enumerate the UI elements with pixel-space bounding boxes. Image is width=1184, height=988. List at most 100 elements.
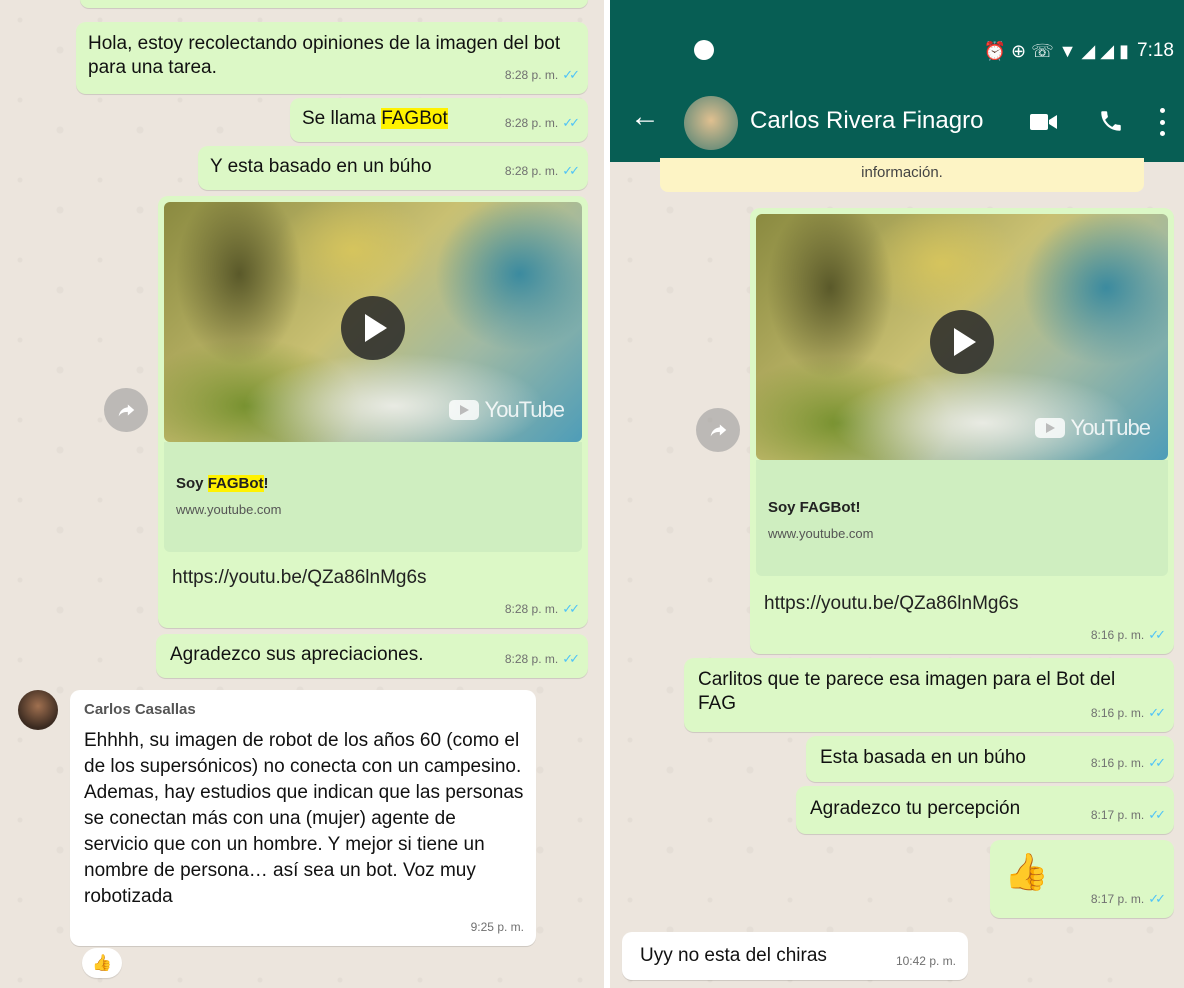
reaction-badge[interactable]: 👍 xyxy=(82,948,122,978)
sender-name: Carlos Casallas xyxy=(84,701,196,718)
received-message-bubble[interactable]: Carlos Casallas Ehhhh, su imagen de robo… xyxy=(70,690,536,946)
message-text: Uyy no esta del chiras xyxy=(640,945,827,966)
message-time: 8:17 p. m. xyxy=(1090,808,1145,822)
thumbs-up-emoji: 👍 xyxy=(1004,851,1049,892)
message-text: Agradezco tu percepción xyxy=(810,798,1021,819)
message-meta: 9:25 p. m. xyxy=(471,915,524,939)
message-meta: 8:28 p. m. ✓✓ xyxy=(504,597,580,621)
message-bubble[interactable]: Se llama FAGBot 8:28 p. m. ✓✓ xyxy=(290,98,588,142)
link-title-part: ! xyxy=(263,475,269,492)
youtube-watermark: YouTube xyxy=(1034,415,1151,440)
youtube-label: YouTube xyxy=(484,397,565,422)
double-check-icon: ✓✓ xyxy=(562,67,580,82)
message-meta: 8:28 p. m. ✓✓ xyxy=(504,647,580,671)
double-check-icon: ✓✓ xyxy=(562,115,580,130)
message-time: 8:16 p. m. xyxy=(1090,756,1145,770)
emoji-message-bubble[interactable]: 👍 8:17 p. m. ✓✓ xyxy=(990,840,1174,918)
youtube-watermark: YouTube xyxy=(448,397,565,422)
message-text: Ehhhh, su imagen de robot de los años 60… xyxy=(84,730,524,907)
message-text: Agradezco sus apreciaciones. xyxy=(170,644,424,665)
phone-call-icon[interactable] xyxy=(1098,108,1124,134)
message-text: Y esta basado en un búho xyxy=(210,156,432,177)
message-bubble[interactable]: Agradezco tu percepción 8:17 p. m. ✓✓ xyxy=(796,786,1174,834)
forward-icon xyxy=(710,424,727,437)
message-text: Esta basada en un búho xyxy=(820,747,1027,768)
message-meta: 8:16 p. m. ✓✓ xyxy=(1090,751,1166,775)
message-meta: 8:16 p. m. ✓✓ xyxy=(1090,623,1166,647)
forward-button[interactable] xyxy=(696,408,740,452)
status-icons: ⏰ ⊕ ☏ ▼ ◢ ◢ ▮ 7:18 xyxy=(984,40,1174,62)
message-meta: 8:28 p. m. ✓✓ xyxy=(504,159,580,183)
link-preview[interactable]: Soy FAGBot! www.youtube.com xyxy=(756,460,1168,576)
message-text: Carlitos que te parece esa imagen para e… xyxy=(698,669,1116,714)
contact-name[interactable]: Carlos Rivera Finagro xyxy=(750,107,983,135)
youtube-logo-icon xyxy=(1034,418,1065,438)
double-check-icon: ✓✓ xyxy=(562,601,580,616)
received-message-bubble[interactable]: Uyy no esta del chiras 10:42 p. m. xyxy=(622,932,968,980)
message-time: 8:28 p. m. xyxy=(504,652,559,666)
link-domain: www.youtube.com xyxy=(768,526,874,541)
left-chat-panel: Hola, estoy recolectando opiniones de la… xyxy=(0,0,604,988)
double-check-icon: ✓✓ xyxy=(1148,627,1166,642)
double-check-icon: ✓✓ xyxy=(1148,891,1166,906)
message-time: 9:25 p. m. xyxy=(470,920,524,934)
message-bubble[interactable]: Hola, estoy recolectando opiniones de la… xyxy=(76,22,588,94)
message-bubble[interactable]: Carlitos que te parece esa imagen para e… xyxy=(684,658,1174,732)
partial-message-bubble xyxy=(80,0,588,8)
double-check-icon: ✓✓ xyxy=(562,163,580,178)
link-url[interactable]: https://youtu.be/QZa86lnMg6s xyxy=(764,592,1019,616)
message-text-part: Se llama xyxy=(302,108,382,129)
status-clock: 7:18 xyxy=(1137,40,1174,61)
link-preview[interactable]: Soy FAGBot! www.youtube.com xyxy=(164,442,582,552)
chat-header: ← Carlos Rivera Finagro xyxy=(610,80,1184,162)
message-text: Se llama FAGBot xyxy=(302,107,448,131)
youtube-label: YouTube xyxy=(1070,415,1151,440)
message-meta: 8:16 p. m. ✓✓ xyxy=(1090,701,1166,725)
double-check-icon: ✓✓ xyxy=(1148,705,1166,720)
forward-button[interactable] xyxy=(104,388,148,432)
right-chat-panel: ⏰ ⊕ ☏ ▼ ◢ ◢ ▮ 7:18 ← Carlos Rivera Finag… xyxy=(610,0,1184,988)
message-text: Hola, estoy recolectando opiniones de la… xyxy=(88,33,561,78)
status-bar: ⏰ ⊕ ☏ ▼ ◢ ◢ ▮ 7:18 xyxy=(610,0,1184,80)
message-meta: 8:28 p. m. ✓✓ xyxy=(504,111,580,135)
message-meta: 10:42 p. m. xyxy=(896,949,956,973)
link-title: Soy FAGBot! xyxy=(768,499,861,516)
message-time: 8:28 p. m. xyxy=(504,164,559,178)
message-bubble[interactable]: Agradezco sus apreciaciones. 8:28 p. m. ✓… xyxy=(156,634,588,678)
link-title: Soy FAGBot! xyxy=(176,472,269,496)
message-time: 8:28 p. m. xyxy=(504,602,559,616)
message-time: 10:42 p. m. xyxy=(895,954,956,968)
message-bubble[interactable]: Y esta basado en un búho 8:28 p. m. ✓✓ xyxy=(198,146,588,190)
system-icons: ⏰ ⊕ ☏ ▼ ◢ ◢ ▮ xyxy=(983,40,1130,61)
link-message-bubble[interactable]: YouTube Soy FAGBot! www.youtube.com http… xyxy=(750,208,1174,654)
link-url[interactable]: https://youtu.be/QZa86lnMg6s xyxy=(172,566,427,590)
play-button[interactable] xyxy=(341,296,405,360)
notification-dot-icon xyxy=(694,40,714,60)
message-time: 8:28 p. m. xyxy=(504,116,559,130)
message-time: 8:16 p. m. xyxy=(1090,628,1145,642)
message-time: 8:17 p. m. xyxy=(1090,892,1145,906)
contact-avatar[interactable] xyxy=(684,96,738,150)
video-call-icon[interactable] xyxy=(1030,112,1058,132)
video-thumbnail[interactable]: YouTube xyxy=(756,214,1168,460)
video-thumbnail[interactable]: YouTube xyxy=(164,202,582,442)
message-time: 8:28 p. m. xyxy=(504,68,559,82)
message-meta: 8:17 p. m. ✓✓ xyxy=(1090,803,1166,827)
message-time: 8:16 p. m. xyxy=(1090,706,1145,720)
more-options-icon[interactable] xyxy=(1158,108,1166,136)
forward-icon xyxy=(118,404,135,417)
link-title-part: Soy xyxy=(176,475,208,492)
double-check-icon: ✓✓ xyxy=(562,651,580,666)
double-check-icon: ✓✓ xyxy=(1148,807,1166,822)
message-meta: 8:17 p. m. ✓✓ xyxy=(1090,887,1166,911)
message-bubble[interactable]: Esta basada en un búho 8:16 p. m. ✓✓ xyxy=(806,736,1174,782)
encryption-notice: información. xyxy=(660,158,1144,192)
play-button[interactable] xyxy=(930,310,994,374)
link-message-bubble[interactable]: YouTube Soy FAGBot! www.youtube.com http… xyxy=(158,196,588,628)
back-arrow-icon[interactable]: ← xyxy=(630,102,660,132)
sender-avatar[interactable] xyxy=(18,690,58,730)
message-meta: 8:28 p. m. ✓✓ xyxy=(504,63,580,87)
double-check-icon: ✓✓ xyxy=(1148,755,1166,770)
youtube-logo-icon xyxy=(448,400,479,420)
highlighted-text: FAGBot xyxy=(207,475,264,492)
